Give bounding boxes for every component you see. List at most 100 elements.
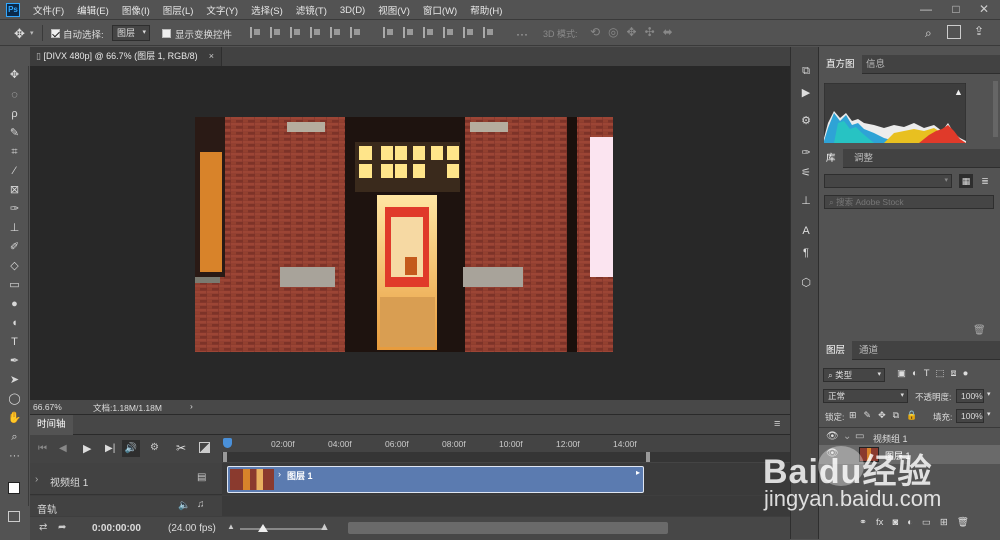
work-area-end-handle[interactable] [646,452,650,462]
smart-filter-icon[interactable]: ⧈ [951,368,957,379]
layer-filter-select[interactable]: ⌕ 类型 ▾ [823,368,885,382]
chevron-down-icon[interactable]: ⌄ [843,431,851,442]
next-frame-icon[interactable]: ▶| [105,443,115,454]
transition-icon[interactable] [199,442,210,453]
zoom-out-icon[interactable]: ▲ [227,522,235,531]
lock-all-icon[interactable]: 🔒 [906,410,917,421]
path-select-tool-icon[interactable]: ➤ [5,372,24,389]
lock-transparent-icon[interactable]: ⊞ [849,410,857,421]
opacity-input[interactable]: 100% [956,389,984,403]
close-button[interactable]: ✕ [970,0,998,20]
menu-window[interactable]: 窗口(W) [423,3,457,17]
tab-libraries[interactable]: 库 [819,149,843,168]
new-layer-icon[interactable]: ⊞ [940,517,948,528]
tab-layers[interactable]: 图层 [819,341,853,360]
panel-scrollbar[interactable] [993,81,998,137]
zoom-level[interactable]: 66.67% [33,402,62,412]
orbit-3d-icon[interactable]: ⟲ [590,25,600,39]
quick-mask-icon[interactable] [8,511,20,522]
library-select[interactable]: ▾ [824,174,952,188]
work-area-bar[interactable] [222,452,790,462]
video-clip[interactable]: › 图层 1 ▸ [227,466,644,493]
blur-tool-icon[interactable]: ● [5,296,24,313]
scale-3d-icon[interactable]: ⬌ [663,25,673,39]
tab-info[interactable]: 信息 [859,55,892,74]
lock-artboard-icon[interactable]: ⧉ [893,410,899,421]
lock-image-icon[interactable]: ✎ [864,410,872,421]
share-icon[interactable]: ⇪ [974,24,984,38]
layer-row-selected[interactable]: 👁 图层 1 [819,445,1000,464]
play-actions-icon[interactable]: ▶ [798,85,814,101]
more-tools-icon[interactable]: ··· [5,448,24,465]
lock-position-icon[interactable]: ✥ [878,410,886,421]
maximize-button[interactable]: □ [942,0,970,20]
render-icon[interactable]: ➦ [58,522,66,533]
stamp-tool-icon[interactable]: ⊥ [5,220,24,237]
search-icon[interactable]: ⌕ [925,26,932,41]
speaker-icon[interactable]: 🔈 [178,500,190,511]
distribute-hcenter-icon[interactable] [463,27,474,38]
chevron-down-icon[interactable]: ▾ [30,29,34,37]
brush-settings-icon[interactable]: ✑ [798,145,814,161]
menu-filter[interactable]: 滤镜(T) [296,3,327,17]
menu-type[interactable]: 文字(Y) [206,3,238,17]
eye-icon[interactable]: 👁 [826,448,839,459]
foreground-color-swatch[interactable] [8,482,20,494]
menu-layer[interactable]: 图层(L) [163,3,194,17]
menu-select[interactable]: 选择(S) [251,3,283,17]
history-brush-tool-icon[interactable]: ✐ [5,239,24,256]
layer-style-icon[interactable]: fx [876,517,883,528]
tab-timeline[interactable]: 时间轴 [30,415,73,435]
tab-channels[interactable]: 通道 [852,341,885,360]
brush-tool-icon[interactable]: ✑ [5,201,24,218]
tab-adjustments[interactable]: 调整 [847,149,880,168]
drag-3d-icon[interactable]: ✥ [627,25,637,39]
adjustment-filter-icon[interactable]: ◐ [912,368,918,379]
filter-toggle-icon[interactable]: ● [963,368,969,379]
timecode[interactable]: 0:00:00:00 [92,523,141,534]
link-layers-icon[interactable]: ⚭ [859,517,867,528]
timeline-scrollbar[interactable] [348,522,668,534]
eye-icon[interactable]: 👁 [826,431,839,442]
delete-layer-icon[interactable]: 🗑 [957,517,969,528]
history-icon[interactable]: ⧉ [798,63,814,79]
pen-tool-icon[interactable]: ✒ [5,353,24,370]
list-view-icon[interactable]: ≣ [978,174,992,188]
menu-help[interactable]: 帮助(H) [470,3,502,17]
type-filter-icon[interactable]: T [924,368,930,379]
eyedropper-tool-icon[interactable]: ⁄ [5,163,24,180]
close-tab-icon[interactable]: × [209,47,214,66]
zoom-slider-thumb[interactable] [258,524,268,532]
work-area-start-handle[interactable] [223,452,227,462]
zoom-in-icon[interactable]: ▲ [319,521,330,533]
zoom-slider-track[interactable] [240,528,325,530]
audio-toggle-icon[interactable]: 🔊 [122,440,140,457]
adjustment-layer-icon[interactable]: ◐ [907,517,913,528]
more-options-icon[interactable]: ··· [516,27,528,41]
paragraph-icon[interactable]: ¶ [798,245,814,261]
workspace-icon[interactable] [947,25,961,39]
align-bottom-icon[interactable] [290,27,301,38]
menu-file[interactable]: 文件(F) [33,3,64,17]
show-transform-checkbox[interactable] [162,29,171,38]
distribute-top-icon[interactable] [383,27,394,38]
dodge-tool-icon[interactable]: ◖ [5,315,24,332]
tab-histogram[interactable]: 直方图 [819,55,862,74]
blend-mode-select[interactable]: 正常 ▾ [823,389,908,403]
eraser-tool-icon[interactable]: ◇ [5,258,24,275]
stock-search-input[interactable]: ⌕ 搜索 Adobe Stock [824,195,994,209]
cache-warning-icon[interactable]: ▲ [954,87,963,97]
document-tab[interactable]: ▯ [DIVX 480p] @ 66.7% (图层 1, RGB/8) × [30,47,222,66]
quick-select-tool-icon[interactable]: ✎ [5,125,24,142]
menu-edit[interactable]: 编辑(E) [77,3,109,17]
shape-filter-icon[interactable]: ⬚ [936,368,945,379]
music-note-icon[interactable]: ♫ [197,499,205,510]
canvas-area[interactable] [30,66,790,400]
status-menu-arrow[interactable]: › [190,401,193,411]
first-frame-icon[interactable]: ⏮ [38,443,47,454]
play-icon[interactable]: ▶ [83,442,91,455]
film-icon[interactable]: ▤ [197,472,206,483]
chevron-right-icon[interactable]: › [35,474,38,485]
3d-cube-icon[interactable]: ⬡ [798,275,814,291]
marquee-tool-icon[interactable]: ◌ [5,87,24,104]
